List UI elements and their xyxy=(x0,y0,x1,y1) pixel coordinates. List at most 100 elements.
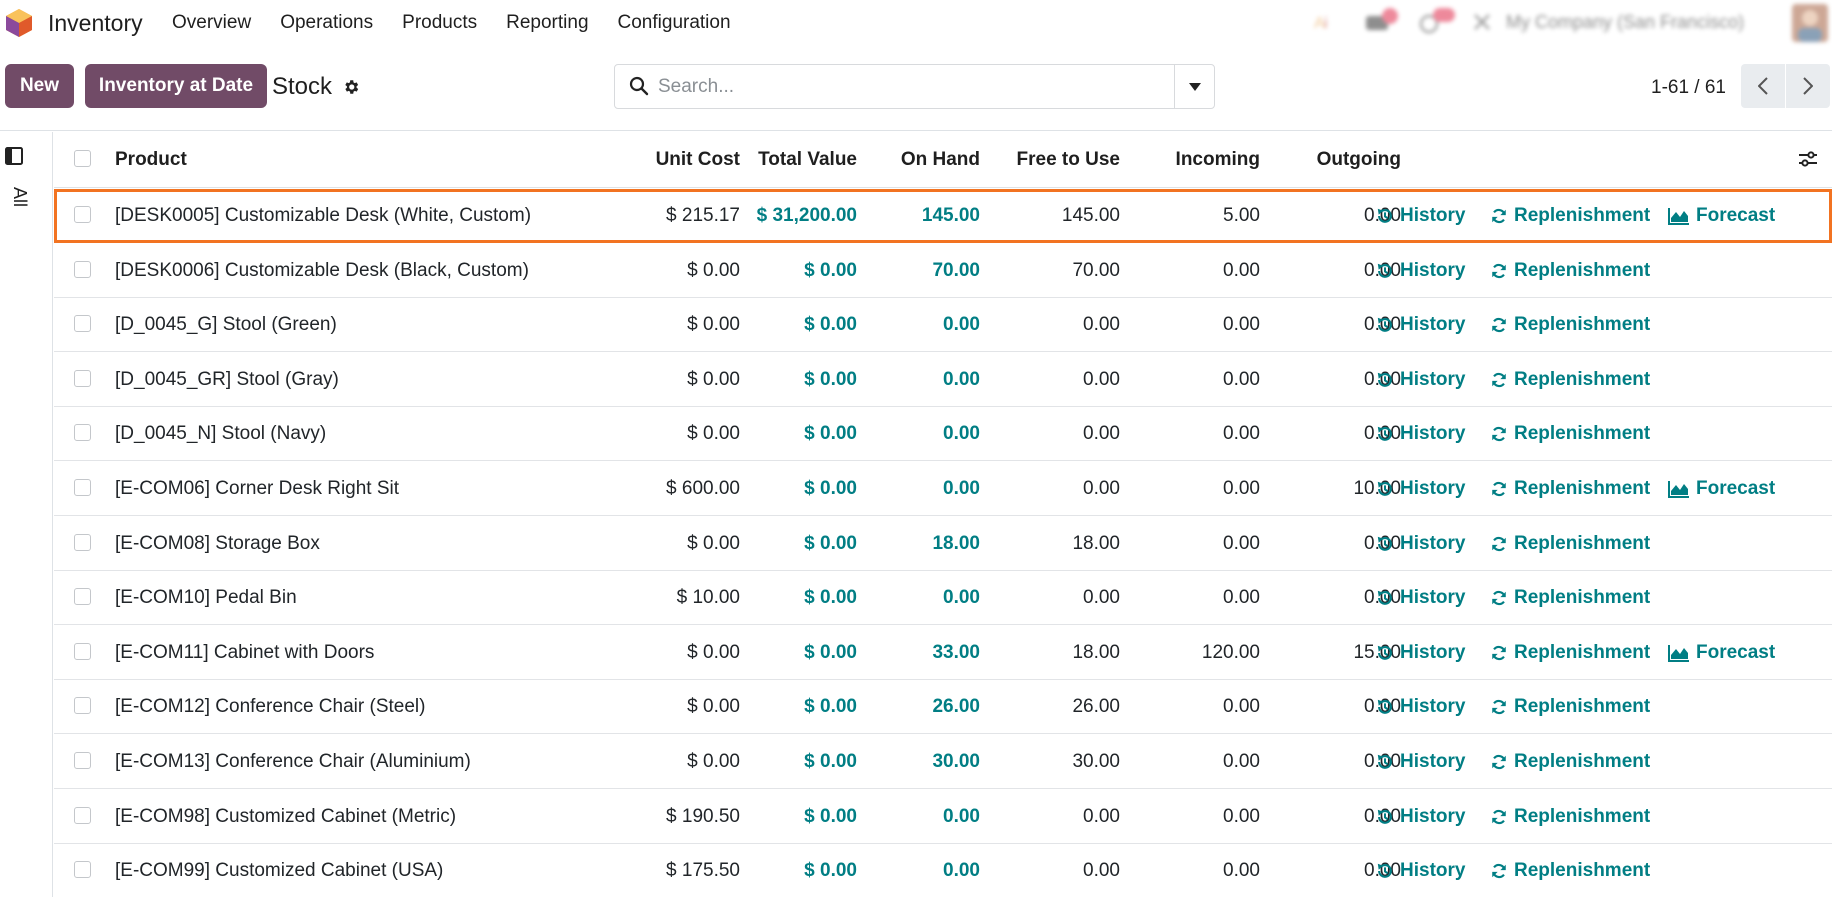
row-checkbox[interactable] xyxy=(74,315,91,333)
pager-previous-button[interactable] xyxy=(1741,64,1785,108)
table-row[interactable]: [D_0045_N] Stool (Navy) $ 0.00 $ 0.00 0.00 0… xyxy=(54,407,1832,462)
replenishment-button[interactable]: Replenishment xyxy=(1490,478,1650,500)
history-button[interactable]: History xyxy=(1376,314,1465,336)
replenishment-button[interactable]: Replenishment xyxy=(1490,860,1650,882)
on-hand-qty[interactable]: 0.00 xyxy=(943,587,980,609)
replenishment-button[interactable]: Replenishment xyxy=(1490,369,1650,391)
menu-overview[interactable]: Overview xyxy=(172,12,251,34)
table-row[interactable]: [E-COM08] Storage Box $ 0.00 $ 0.00 18.00 18… xyxy=(54,516,1832,571)
messages-icon[interactable] xyxy=(1364,6,1400,36)
row-checkbox[interactable] xyxy=(74,752,91,769)
select-all-checkbox[interactable] xyxy=(74,150,91,167)
inventory-app-icon[interactable] xyxy=(5,8,33,38)
inventory-at-date-button[interactable]: Inventory at Date xyxy=(85,64,267,108)
forecast-button[interactable]: Forecast xyxy=(1668,478,1775,500)
on-hand-qty[interactable]: 0.00 xyxy=(943,806,980,828)
row-checkbox[interactable] xyxy=(74,424,91,442)
optional-columns-icon[interactable] xyxy=(1798,150,1818,168)
table-row[interactable]: [E-COM10] Pedal Bin $ 10.00 $ 0.00 0.00 0.00… xyxy=(54,571,1832,626)
column-unit-cost[interactable]: Unit Cost xyxy=(656,149,740,171)
replenishment-button[interactable]: Replenishment xyxy=(1490,806,1650,828)
table-row[interactable]: [DESK0006] Customizable Desk (Black, Cus… xyxy=(54,243,1832,298)
ai-icon[interactable]: Ai xyxy=(1314,12,1338,32)
app-name[interactable]: Inventory xyxy=(48,10,143,37)
row-checkbox[interactable] xyxy=(74,260,91,278)
on-hand-qty[interactable]: 0.00 xyxy=(943,314,980,336)
row-checkbox[interactable] xyxy=(74,806,91,824)
replenishment-button[interactable]: Replenishment xyxy=(1490,751,1650,773)
row-checkbox[interactable] xyxy=(74,697,91,715)
history-button[interactable]: History xyxy=(1376,642,1465,664)
on-hand-qty[interactable]: 18.00 xyxy=(932,533,980,555)
on-hand-qty[interactable]: 30.00 xyxy=(932,751,980,773)
menu-configuration[interactable]: Configuration xyxy=(618,12,731,34)
column-product[interactable]: Product xyxy=(115,149,187,171)
table-row[interactable]: [E-COM99] Customized Cabinet (USA) $ 175.… xyxy=(54,844,1832,897)
history-button[interactable]: History xyxy=(1376,533,1465,555)
column-free-to-use[interactable]: Free to Use xyxy=(1017,149,1120,171)
on-hand-qty[interactable]: 0.00 xyxy=(943,369,980,391)
row-checkbox[interactable] xyxy=(74,479,91,496)
gear-icon[interactable] xyxy=(342,78,360,96)
column-outgoing[interactable]: Outgoing xyxy=(1317,149,1401,171)
column-total-value[interactable]: Total Value xyxy=(758,149,857,171)
activity-icon[interactable] xyxy=(1417,6,1457,36)
search-panel-all-filter[interactable]: All xyxy=(9,187,30,207)
table-row[interactable]: [DESK0005] Customizable Desk (White, Cus… xyxy=(54,189,1832,243)
history-button[interactable]: History xyxy=(1376,751,1465,773)
table-row[interactable]: [E-COM13] Conference Chair (Aluminium) $ … xyxy=(54,735,1832,789)
replenishment-button[interactable]: Replenishment xyxy=(1490,205,1650,227)
menu-products[interactable]: Products xyxy=(402,12,477,34)
table-row[interactable]: [D_0045_GR] Stool (Gray) $ 0.00 $ 0.00 0.00… xyxy=(54,352,1832,407)
table-row[interactable]: [D_0045_G] Stool (Green) $ 0.00 $ 0.00 0.00… xyxy=(54,298,1832,353)
new-button[interactable]: New xyxy=(5,64,74,108)
history-button[interactable]: History xyxy=(1376,806,1465,828)
history-button[interactable]: History xyxy=(1376,423,1465,445)
forecast-button[interactable]: Forecast xyxy=(1668,205,1775,227)
on-hand-qty[interactable]: 33.00 xyxy=(932,642,980,664)
on-hand-qty[interactable]: 145.00 xyxy=(922,205,980,227)
column-incoming[interactable]: Incoming xyxy=(1176,149,1260,171)
avatar[interactable] xyxy=(1792,4,1828,42)
on-hand-qty[interactable]: 0.00 xyxy=(943,478,980,500)
menu-reporting[interactable]: Reporting xyxy=(506,12,588,34)
search-options-toggle[interactable] xyxy=(1174,65,1214,108)
replenishment-button[interactable]: Replenishment xyxy=(1490,533,1650,555)
history-button[interactable]: History xyxy=(1376,260,1465,282)
table-row[interactable]: [E-COM12] Conference Chair (Steel) $ 0.00… xyxy=(54,680,1832,735)
replenishment-button[interactable]: Replenishment xyxy=(1490,696,1650,718)
sidebar-toggle-icon[interactable] xyxy=(5,147,23,165)
row-checkbox[interactable] xyxy=(74,642,91,660)
row-checkbox[interactable] xyxy=(74,588,91,606)
table-row[interactable]: [E-COM06] Corner Desk Right Sit $ 600.00 $… xyxy=(54,462,1832,516)
row-checkbox[interactable] xyxy=(74,369,91,387)
replenishment-button[interactable]: Replenishment xyxy=(1490,314,1650,336)
history-button[interactable]: History xyxy=(1376,860,1465,882)
company-name[interactable]: My Company (San Francisco) xyxy=(1506,12,1744,33)
replenishment-button[interactable]: Replenishment xyxy=(1490,423,1650,445)
replenishment-button[interactable]: Replenishment xyxy=(1490,260,1650,282)
row-checkbox[interactable] xyxy=(74,533,91,551)
row-checkbox[interactable] xyxy=(74,206,91,223)
on-hand-qty[interactable]: 70.00 xyxy=(932,260,980,282)
table-row[interactable]: [E-COM11] Cabinet with Doors $ 0.00 $ 0.00… xyxy=(54,625,1832,680)
table-row[interactable]: [E-COM98] Customized Cabinet (Metric) $ 1… xyxy=(54,789,1832,844)
pager-next-button[interactable] xyxy=(1786,64,1830,108)
history-button[interactable]: History xyxy=(1376,205,1465,227)
column-on-hand[interactable]: On Hand xyxy=(901,149,980,171)
history-button[interactable]: History xyxy=(1376,369,1465,391)
menu-operations[interactable]: Operations xyxy=(280,12,373,34)
forecast-button[interactable]: Forecast xyxy=(1668,642,1775,664)
history-button[interactable]: History xyxy=(1376,478,1465,500)
switch-company-icon[interactable] xyxy=(1472,12,1492,32)
on-hand-qty[interactable]: 0.00 xyxy=(943,423,980,445)
search-input[interactable] xyxy=(658,65,1158,108)
on-hand-qty[interactable]: 0.00 xyxy=(943,860,980,882)
replenishment-button[interactable]: Replenishment xyxy=(1490,587,1650,609)
history-button[interactable]: History xyxy=(1376,587,1465,609)
replenishment-button[interactable]: Replenishment xyxy=(1490,642,1650,664)
pager-value[interactable]: 1-61 / 61 xyxy=(1651,77,1726,99)
history-button[interactable]: History xyxy=(1376,696,1465,718)
row-checkbox[interactable] xyxy=(74,861,91,879)
on-hand-qty[interactable]: 26.00 xyxy=(932,696,980,718)
